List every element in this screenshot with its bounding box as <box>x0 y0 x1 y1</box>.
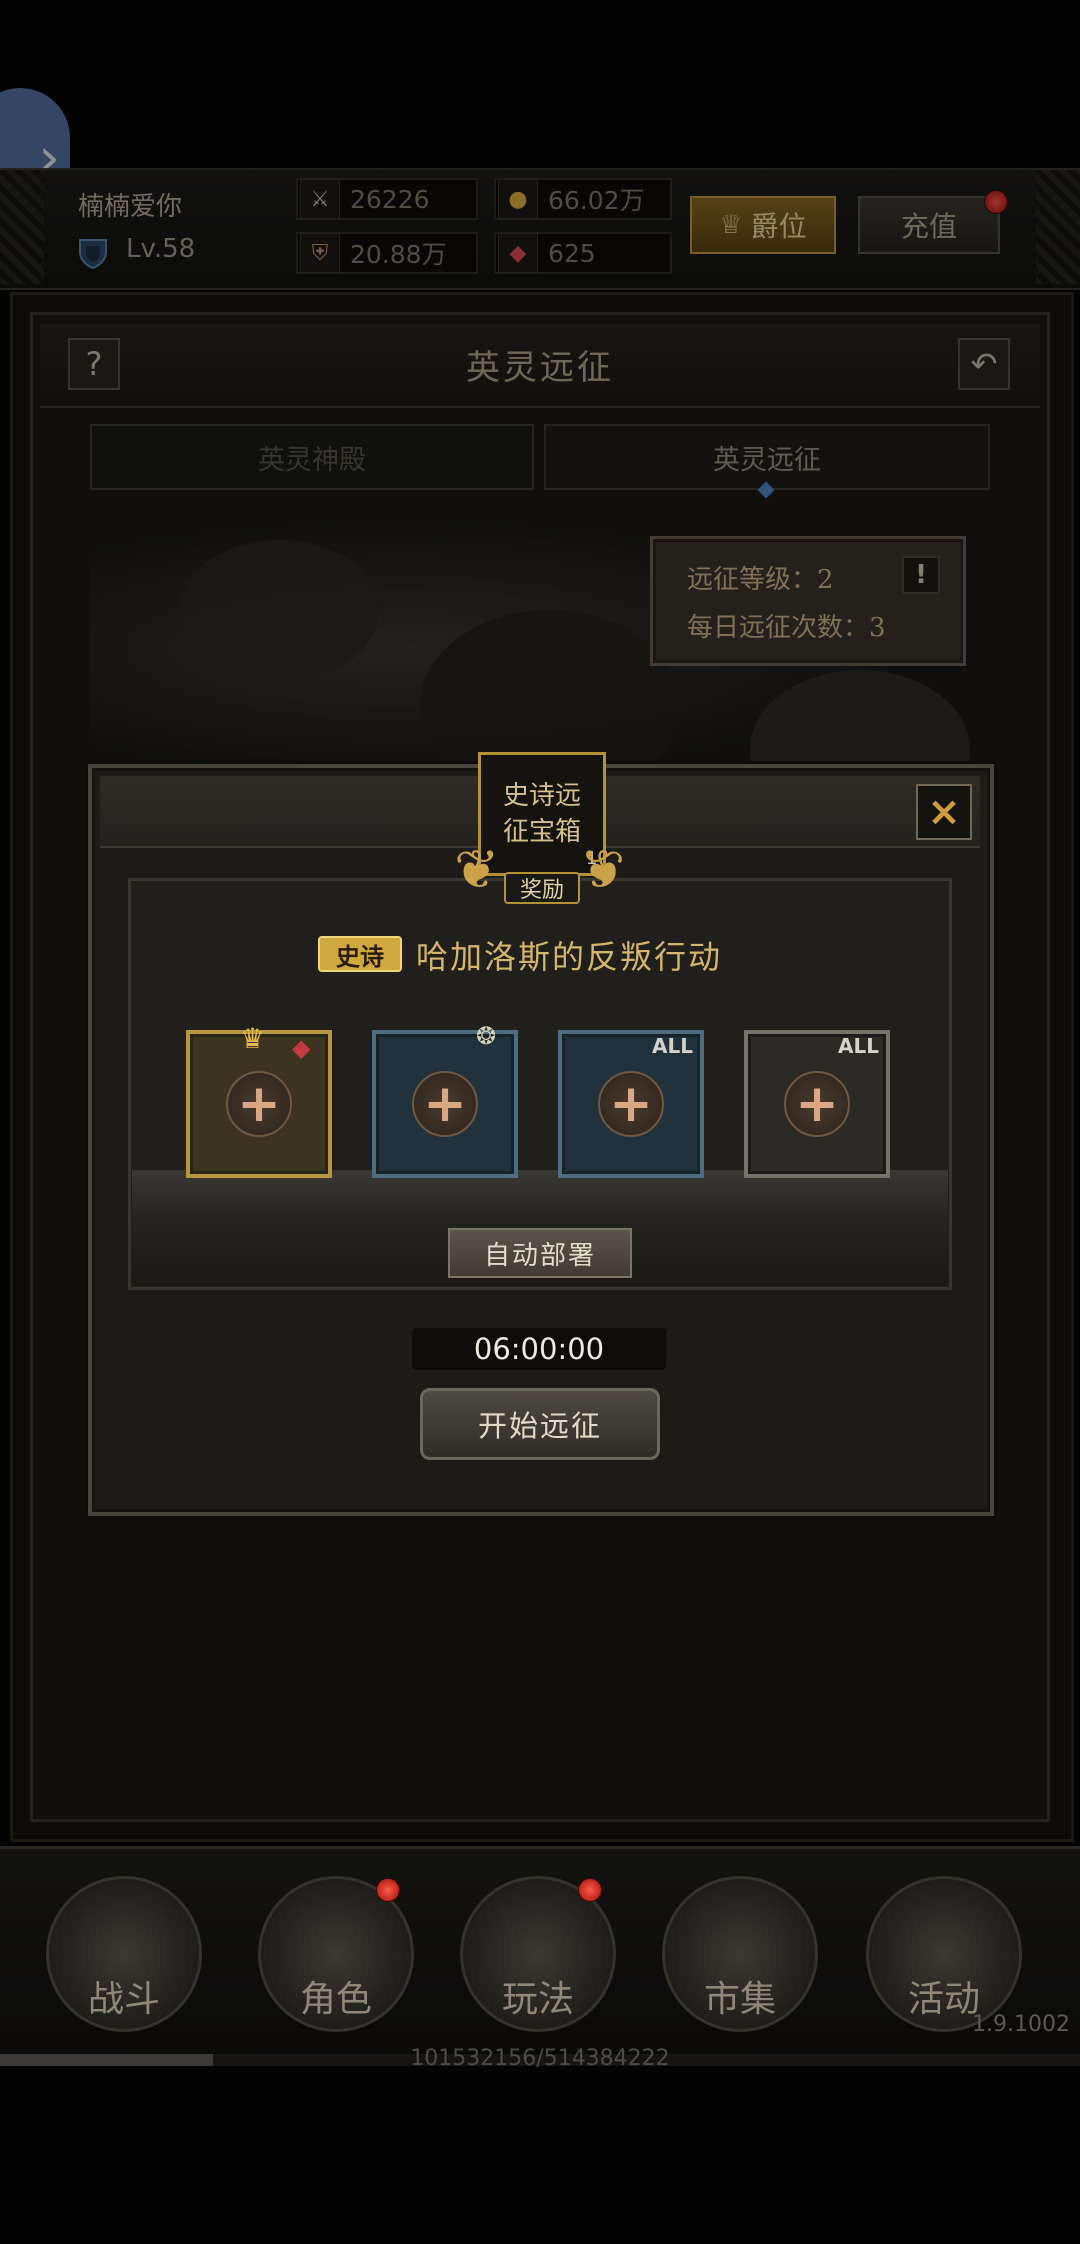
auto-deploy-button[interactable]: 自动部署 <box>448 1228 632 1278</box>
red-gem-ornament-icon: ◆ <box>292 1034 311 1062</box>
version-label: 1.9.1002 <box>972 2012 1070 2037</box>
mission-title: 哈加洛斯的反叛行动 <box>416 938 723 976</box>
add-hero-button[interactable]: + <box>412 1071 478 1137</box>
close-icon: × <box>927 789 961 835</box>
hero-slot-2[interactable]: + <box>372 1030 518 1178</box>
nav-events-label: 活动 <box>907 1979 980 2020</box>
laurel-left-icon: ❦ <box>454 838 500 901</box>
nav-market-label: 市集 <box>703 1979 776 2020</box>
reward-name-line-2: 征宝箱 <box>502 817 581 847</box>
add-hero-button[interactable]: + <box>226 1071 292 1137</box>
plus-icon: + <box>423 1074 467 1134</box>
plus-icon: + <box>237 1074 281 1134</box>
plus-icon: + <box>795 1074 839 1134</box>
nav-character-label: 角色 <box>299 1979 372 2020</box>
plus-icon: + <box>609 1074 653 1134</box>
download-progress-text: 101532156/514384222 <box>410 2046 670 2071</box>
start-expedition-button[interactable]: 开始远征 <box>420 1388 660 1460</box>
slot-4-tag: ALL <box>838 1034 879 1058</box>
close-button[interactable]: × <box>916 784 972 840</box>
expedition-timer: 06:00:00 <box>412 1328 666 1370</box>
rarity-badge: 史诗 <box>318 936 402 972</box>
slot-3-tag: ALL <box>652 1034 693 1058</box>
nav-character-badge <box>376 1878 400 1902</box>
nav-market[interactable]: 市集 <box>652 1870 828 2040</box>
add-hero-button[interactable]: + <box>598 1071 664 1137</box>
nav-gameplay-label: 玩法 <box>501 1979 574 2020</box>
nav-gameplay-badge <box>578 1878 602 1902</box>
reward-label: 奖励 <box>504 872 580 904</box>
class-emblem-icon: ❂ <box>476 1022 497 1050</box>
nav-battle[interactable]: 战斗 <box>36 1870 212 2040</box>
nav-battle-label: 战斗 <box>87 1979 160 2020</box>
gold-crown-ornament-icon: ♛ <box>240 1022 266 1055</box>
add-hero-button[interactable]: + <box>784 1071 850 1137</box>
laurel-right-icon: ❦ <box>580 838 626 901</box>
reward-name-line-1: 史诗远 <box>502 781 581 811</box>
